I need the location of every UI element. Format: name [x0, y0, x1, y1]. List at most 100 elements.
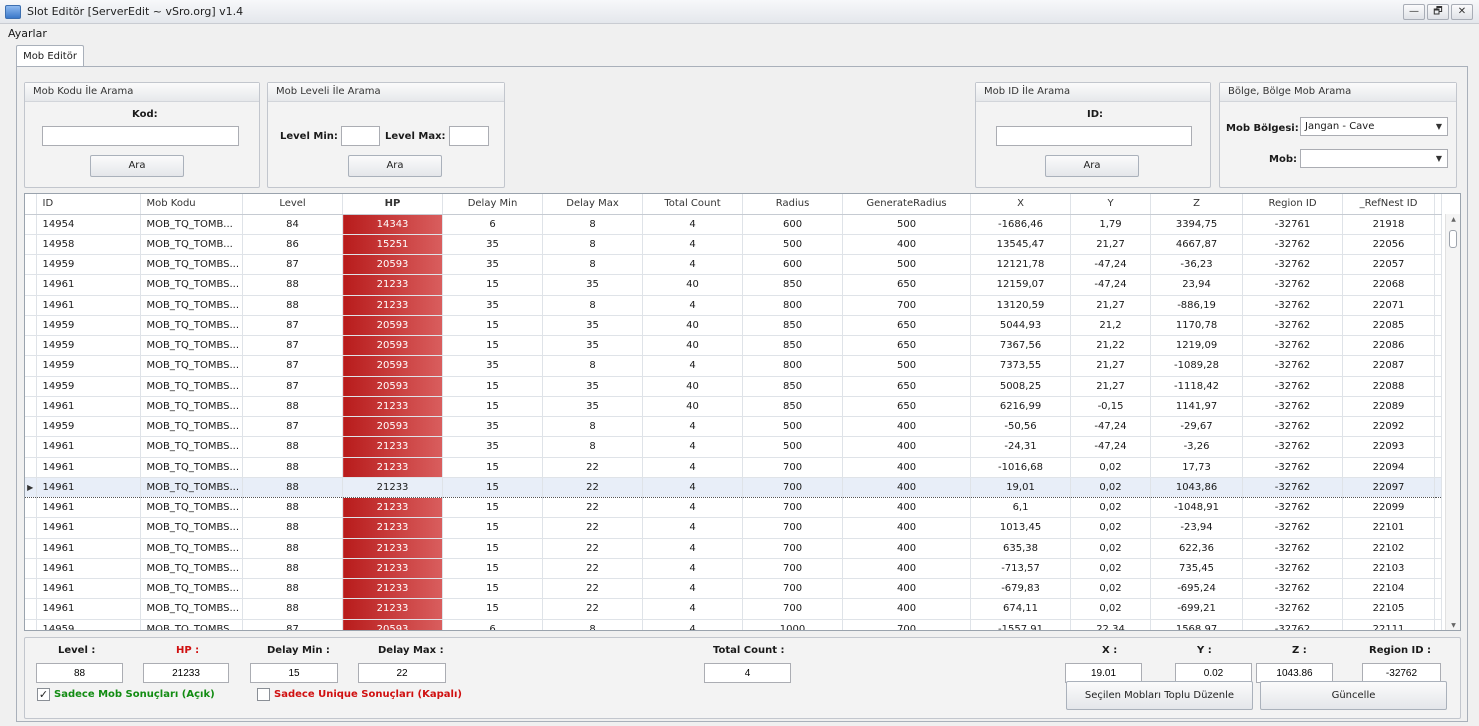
- table-cell[interactable]: 700: [742, 497, 844, 519]
- table-cell[interactable]: 4: [642, 355, 744, 377]
- table-cell[interactable]: 87: [242, 335, 344, 357]
- table-row[interactable]: 14959 MOB_TQ_TOMBS... 87 20593 35 8 4 500 400 -50…: [25, 416, 1443, 438]
- level-min-input[interactable]: [341, 126, 380, 146]
- table-cell[interactable]: 8: [542, 436, 644, 458]
- table-cell[interactable]: -47,24: [1070, 254, 1152, 276]
- table-cell[interactable]: 35: [442, 295, 544, 316]
- table-cell[interactable]: 400: [842, 538, 972, 559]
- table-row[interactable]: 14961 MOB_TQ_TOMBS... 88 21233 15 22 4 700 400 -1…: [25, 457, 1443, 478]
- table-cell[interactable]: 700: [842, 619, 972, 630]
- table-row[interactable]: 14959 MOB_TQ_TOMBS... 87 20593 35 8 4 600 500 121…: [25, 254, 1443, 276]
- table-cell[interactable]: 21,22: [1070, 335, 1152, 357]
- table-cell[interactable]: 22056: [1342, 234, 1436, 256]
- table-cell[interactable]: 22: [542, 476, 644, 499]
- close-button[interactable]: ✕: [1451, 4, 1473, 20]
- table-cell[interactable]: 22101: [1342, 517, 1436, 539]
- table-cell[interactable]: 14961: [36, 497, 141, 519]
- table-cell[interactable]: 88: [242, 436, 344, 458]
- table-cell[interactable]: 700: [742, 517, 844, 539]
- table-cell[interactable]: -1118,42: [1150, 376, 1244, 397]
- table-cell[interactable]: -699,21: [1150, 598, 1244, 620]
- table-cell[interactable]: 15: [442, 476, 544, 499]
- table-cell[interactable]: 21,2: [1070, 315, 1152, 337]
- column-header[interactable]: Delay Min: [442, 194, 544, 215]
- table-cell[interactable]: 14959: [36, 335, 141, 357]
- column-header[interactable]: Z: [1150, 194, 1244, 215]
- table-cell[interactable]: 15: [442, 376, 544, 397]
- table-cell[interactable]: 88: [242, 497, 344, 519]
- table-cell[interactable]: -24,31: [970, 436, 1072, 458]
- table-cell[interactable]: MOB_TQ_TOMBS...: [140, 355, 244, 377]
- level-max-input[interactable]: [449, 126, 489, 146]
- table-cell[interactable]: 15: [442, 538, 544, 559]
- table-row[interactable]: 14959 MOB_TQ_TOMBS... 87 20593 15 35 40 850 650 5…: [25, 376, 1443, 397]
- table-cell[interactable]: 0,02: [1070, 517, 1152, 539]
- table-cell[interactable]: -32762: [1242, 416, 1344, 438]
- table-cell[interactable]: -886,19: [1150, 295, 1244, 316]
- table-cell[interactable]: 20593: [342, 619, 444, 630]
- scroll-thumb[interactable]: [1449, 230, 1457, 248]
- table-cell[interactable]: 500: [742, 436, 844, 458]
- table-cell[interactable]: 850: [742, 396, 844, 418]
- table-cell[interactable]: 1170,78: [1150, 315, 1244, 337]
- table-cell[interactable]: 87: [242, 254, 344, 276]
- menu-settings[interactable]: Ayarlar: [8, 27, 47, 40]
- table-cell[interactable]: 13545,47: [970, 234, 1072, 256]
- table-cell[interactable]: 14961: [36, 436, 141, 458]
- table-cell[interactable]: 14961: [36, 274, 141, 296]
- table-cell[interactable]: 20593: [342, 315, 444, 337]
- column-header[interactable]: Region ID: [1242, 194, 1344, 215]
- table-cell[interactable]: -32762: [1242, 396, 1344, 418]
- table-cell[interactable]: 22085: [1342, 315, 1436, 337]
- column-header[interactable]: Total Count: [642, 194, 744, 215]
- table-cell[interactable]: 700: [842, 295, 972, 316]
- table-cell[interactable]: 0,02: [1070, 538, 1152, 559]
- level-edit-input[interactable]: [36, 663, 123, 683]
- table-row[interactable]: ▶ 14961 MOB_TQ_TOMBS... 88 21233 15 22 4 700 400 1…: [25, 476, 1443, 499]
- table-cell[interactable]: 22102: [1342, 538, 1436, 559]
- table-cell[interactable]: -32762: [1242, 376, 1344, 397]
- table-cell[interactable]: MOB_TQ_TOMBS...: [140, 517, 244, 539]
- table-cell[interactable]: 88: [242, 517, 344, 539]
- table-cell[interactable]: 400: [842, 497, 972, 519]
- table-cell[interactable]: 22093: [1342, 436, 1436, 458]
- table-cell[interactable]: 15: [442, 517, 544, 539]
- table-cell[interactable]: 21,27: [1070, 376, 1152, 397]
- table-cell[interactable]: MOB_TQ_TOMBS...: [140, 578, 244, 600]
- table-cell[interactable]: 14954: [36, 214, 141, 235]
- table-cell[interactable]: 4: [642, 497, 744, 519]
- table-cell[interactable]: -32762: [1242, 517, 1344, 539]
- table-cell[interactable]: 0,02: [1070, 497, 1152, 519]
- table-cell[interactable]: -32762: [1242, 254, 1344, 276]
- table-cell[interactable]: 0,02: [1070, 598, 1152, 620]
- table-cell[interactable]: 21233: [342, 457, 444, 478]
- table-cell[interactable]: MOB_TQ_TOMB...: [140, 214, 244, 235]
- table-cell[interactable]: 500: [842, 355, 972, 377]
- table-cell[interactable]: 850: [742, 315, 844, 337]
- table-cell[interactable]: 15: [442, 396, 544, 418]
- column-header[interactable]: Mob Kodu: [140, 194, 244, 215]
- hp-edit-input[interactable]: [143, 663, 229, 683]
- id-input[interactable]: [996, 126, 1192, 146]
- table-cell[interactable]: 735,45: [1150, 558, 1244, 580]
- column-header[interactable]: ID: [36, 194, 141, 215]
- table-cell[interactable]: 600: [742, 254, 844, 276]
- table-cell[interactable]: 15: [442, 274, 544, 296]
- table-cell[interactable]: 400: [842, 436, 972, 458]
- code-search-button[interactable]: Ara: [90, 155, 184, 177]
- table-cell[interactable]: 86: [242, 234, 344, 256]
- table-cell[interactable]: 400: [842, 476, 972, 499]
- table-cell[interactable]: 35: [442, 234, 544, 256]
- level-search-button[interactable]: Ara: [348, 155, 442, 177]
- table-cell[interactable]: -47,24: [1070, 274, 1152, 296]
- column-header[interactable]: Delay Max: [542, 194, 644, 215]
- table-cell[interactable]: 1043,86: [1150, 476, 1244, 499]
- table-cell[interactable]: -32762: [1242, 315, 1344, 337]
- table-cell[interactable]: 22068: [1342, 274, 1436, 296]
- table-cell[interactable]: 15: [442, 558, 544, 580]
- unique-only-checkbox[interactable]: Sadece Unique Sonuçları (Kapalı): [257, 688, 462, 701]
- table-cell[interactable]: 0,02: [1070, 558, 1152, 580]
- table-cell[interactable]: 7367,56: [970, 335, 1072, 357]
- x-edit-input[interactable]: [1065, 663, 1142, 683]
- table-cell[interactable]: 22: [542, 558, 644, 580]
